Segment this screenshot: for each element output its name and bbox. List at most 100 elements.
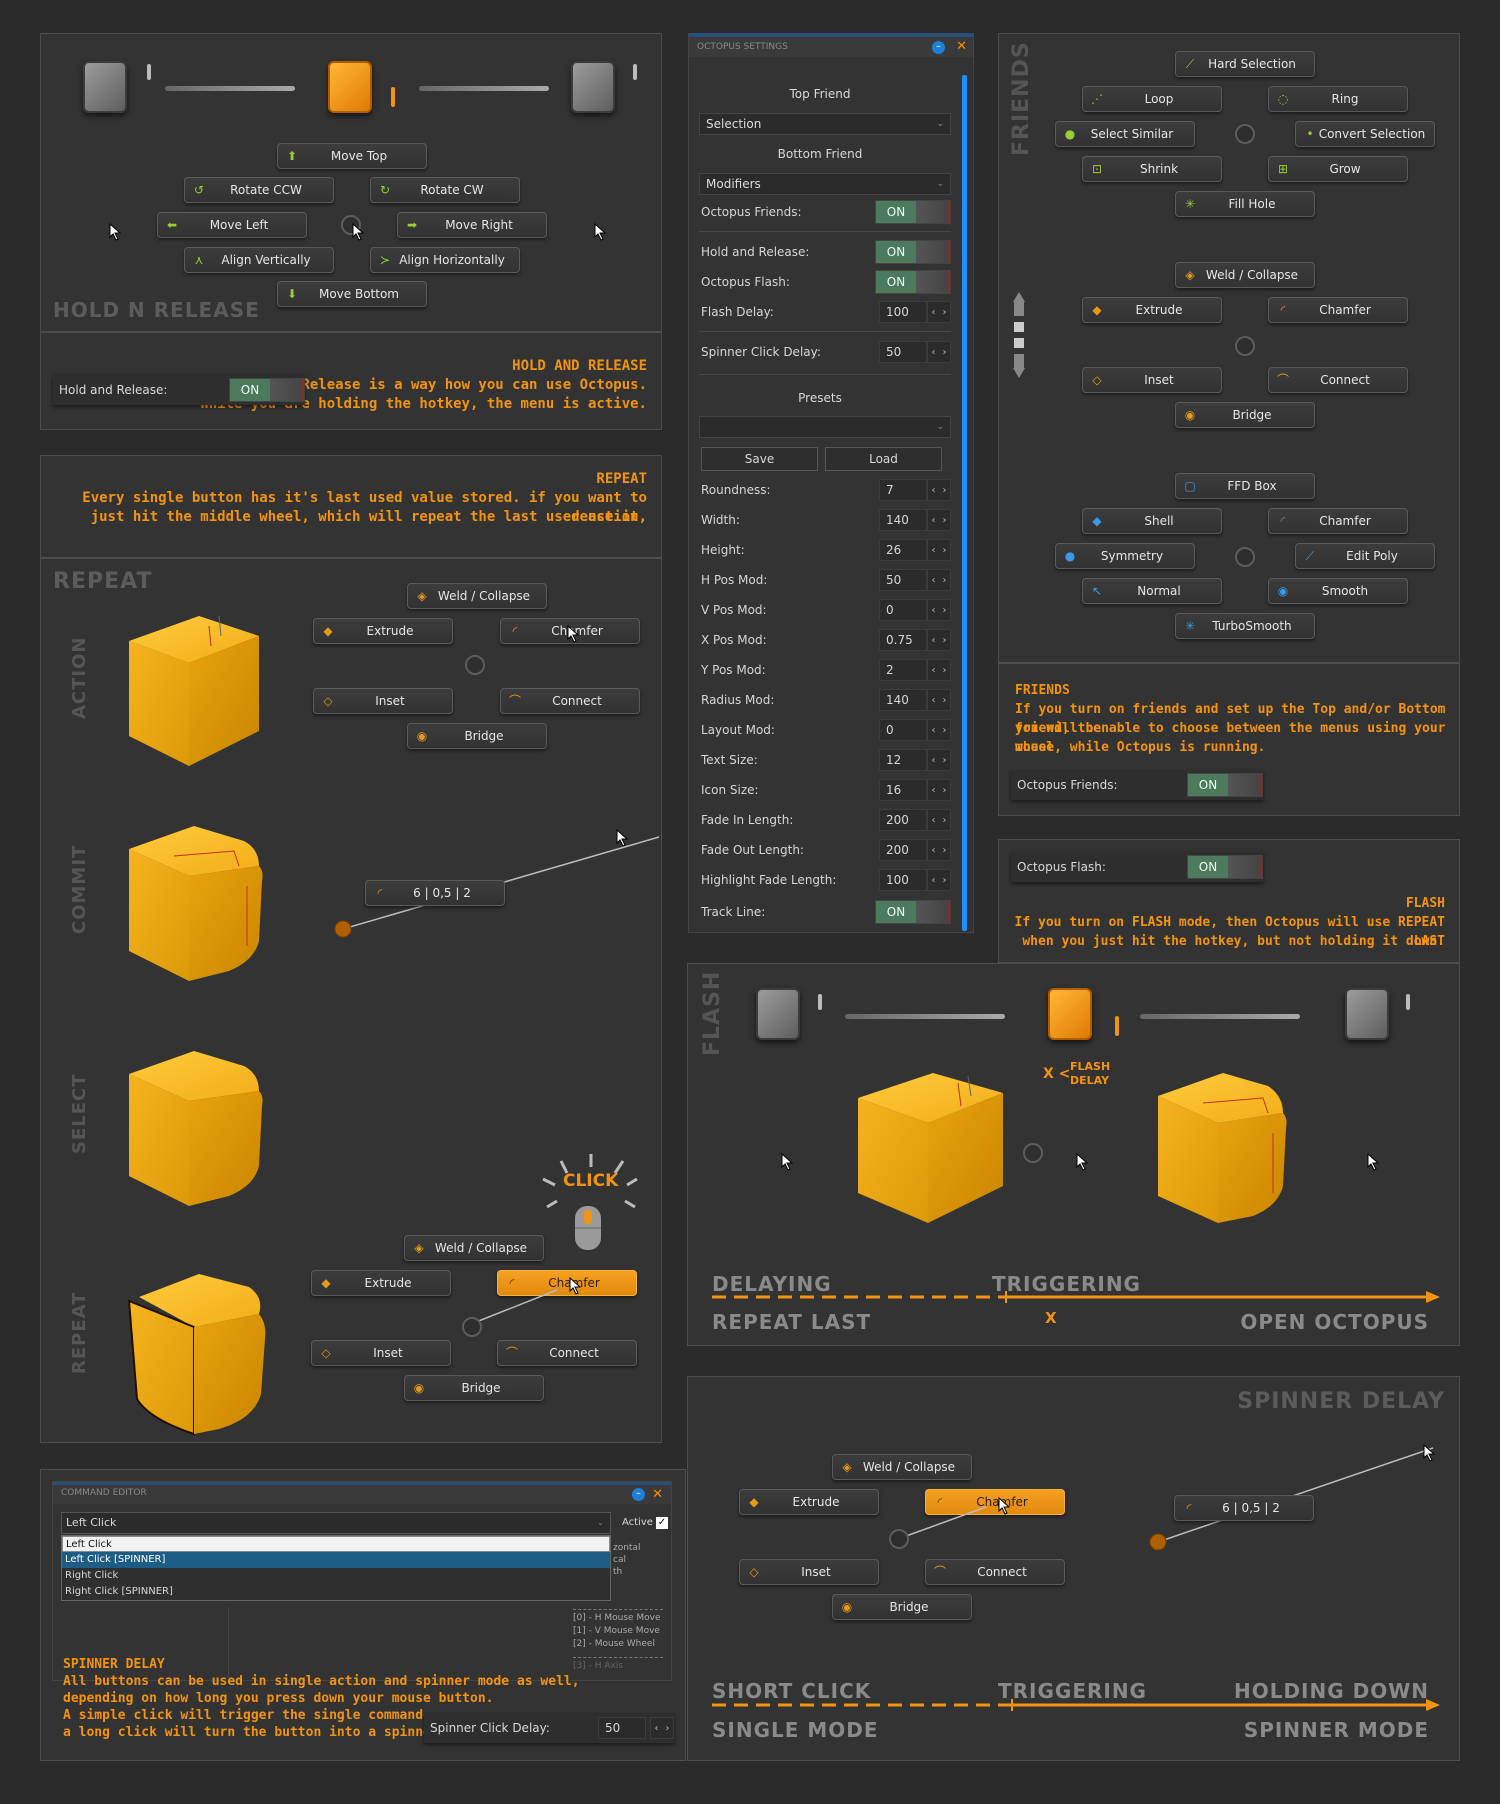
loop-button[interactable]: ⋰ Loop (1082, 86, 1222, 112)
rotate-cw-button[interactable]: ↻ Rotate CW (370, 177, 520, 203)
track-line-toggle[interactable]: ON (875, 900, 951, 924)
setting-value-input[interactable]: 0 (879, 719, 927, 741)
option-left-click[interactable]: Left Click (62, 1536, 610, 1552)
connect-button[interactable]: ⌒ Connect (1268, 367, 1408, 393)
load-button[interactable]: Load (825, 447, 942, 471)
spinner-delay-input[interactable]: 50 (598, 1717, 646, 1739)
bridge-button[interactable]: ◉ Bridge (404, 1375, 544, 1401)
inset-button[interactable]: ◇ Inset (739, 1559, 879, 1585)
octopus-flash-toggle[interactable]: ON (875, 270, 951, 294)
spinner-arrows[interactable]: ‹ › (927, 719, 951, 741)
align-horizontally-button[interactable]: ≻ Align Horizontally (370, 247, 520, 273)
spinner-value-button[interactable]: ◜ 6 | 0,5 | 2 (1174, 1495, 1314, 1521)
setting-value-input[interactable]: 200 (879, 809, 927, 831)
normal-button[interactable]: ↖ Normal (1082, 578, 1222, 604)
flash-delay-input[interactable]: 100 (879, 301, 927, 323)
chamfer-button[interactable]: ◜ Chamfer (1268, 297, 1408, 323)
setting-value-input[interactable]: 12 (879, 749, 927, 771)
weld-collapse-button[interactable]: ◈ Weld / Collapse (832, 1454, 972, 1480)
bottom-friend-dropdown[interactable]: Modifiers ⌄ (699, 173, 951, 195)
bridge-button[interactable]: ◉ Bridge (1175, 402, 1315, 428)
spinner-arrows[interactable]: ‹ › (927, 839, 951, 861)
grow-button[interactable]: ⊞ Grow (1268, 156, 1408, 182)
shell-button[interactable]: ◆ Shell (1082, 508, 1222, 534)
spinner-arrows[interactable]: ‹ › (927, 509, 951, 531)
bridge-button[interactable]: ◉ Bridge (407, 723, 547, 749)
fill-hole-button[interactable]: ✳ Fill Hole (1175, 191, 1315, 217)
rotate-ccw-button[interactable]: ↺ Rotate CCW (184, 177, 334, 203)
inset-button[interactable]: ◇ Inset (313, 688, 453, 714)
close-button[interactable]: ✕ (652, 1487, 663, 1502)
close-button[interactable]: ✕ (956, 39, 967, 54)
spinner-arrows[interactable]: ‹ › (927, 301, 951, 323)
spinner-arrows[interactable]: ‹ › (927, 539, 951, 561)
extrude-button[interactable]: ◆ Extrude (739, 1489, 879, 1515)
octopus-friends-toggle[interactable]: ON (1187, 773, 1263, 797)
shrink-button[interactable]: ⊡ Shrink (1082, 156, 1222, 182)
setting-value-input[interactable]: 50 (879, 569, 927, 591)
spinner-arrows[interactable]: ‹ › (927, 869, 951, 891)
spinner-delay-input[interactable]: 50 (879, 341, 927, 363)
spinner-arrows[interactable]: ‹ › (927, 689, 951, 711)
weld-collapse-button[interactable]: ◈ Weld / Collapse (1175, 262, 1315, 288)
weld-collapse-button[interactable]: ◈ Weld / Collapse (407, 583, 547, 609)
minimize-button[interactable]: – (632, 1488, 645, 1501)
spinner-value-button[interactable]: ◜ 6 | 0,5 | 2 (365, 880, 505, 906)
option-right-click-spinner[interactable]: Right Click [SPINNER] (62, 1584, 610, 1600)
minimize-button[interactable]: – (932, 41, 945, 54)
spinner-arrows[interactable]: ‹ › (927, 341, 951, 363)
edit-poly-button[interactable]: ⟋ Edit Poly (1295, 543, 1435, 569)
smooth-button[interactable]: ◉ Smooth (1268, 578, 1408, 604)
spinner-arrows[interactable]: ‹ › (650, 1717, 674, 1739)
setting-value-input[interactable]: 0 (879, 599, 927, 621)
symmetry-button[interactable]: ● Symmetry (1055, 543, 1195, 569)
inset-button[interactable]: ◇ Inset (311, 1340, 451, 1366)
setting-value-input[interactable]: 200 (879, 839, 927, 861)
option-left-click-spinner[interactable]: Left Click [SPINNER] (62, 1552, 610, 1568)
connect-button[interactable]: ⌒ Connect (497, 1340, 637, 1366)
presets-dropdown[interactable]: ⌄ (699, 416, 951, 438)
connect-button[interactable]: ⌒ Connect (500, 688, 640, 714)
move-top-button[interactable]: ⬆ Move Top (277, 143, 427, 169)
top-friend-dropdown[interactable]: Selection ⌄ (699, 113, 951, 135)
octopus-friends-toggle[interactable]: ON (875, 200, 951, 224)
hold-release-toggle[interactable]: ON (229, 378, 305, 402)
setting-value-input[interactable]: 26 (879, 539, 927, 561)
setting-value-input[interactable]: 140 (879, 689, 927, 711)
ring-button[interactable]: ◌ Ring (1268, 86, 1408, 112)
setting-value-input[interactable]: 0.75 (879, 629, 927, 651)
move-left-button[interactable]: ⬅ Move Left (157, 212, 307, 238)
spinner-arrows[interactable]: ‹ › (927, 779, 951, 801)
spinner-arrows[interactable]: ‹ › (927, 749, 951, 771)
active-checkbox[interactable]: ✓ (656, 1517, 668, 1529)
extrude-button[interactable]: ◆ Extrude (1082, 297, 1222, 323)
connect-button[interactable]: ⌒ Connect (925, 1559, 1065, 1585)
hard-selection-button[interactable]: ⟋ Hard Selection (1175, 51, 1315, 77)
spinner-arrows[interactable]: ‹ › (927, 629, 951, 651)
trigger-dropdown[interactable]: Left Click ⌄ (61, 1512, 611, 1534)
setting-value-input[interactable]: 140 (879, 509, 927, 531)
chamfer-modifier-button[interactable]: ◜ Chamfer (1268, 508, 1408, 534)
spinner-arrows[interactable]: ‹ › (927, 809, 951, 831)
hold-release-toggle[interactable]: ON (875, 240, 951, 264)
octopus-flash-toggle[interactable]: ON (1187, 855, 1263, 879)
weld-collapse-button[interactable]: ◈ Weld / Collapse (404, 1235, 544, 1261)
extrude-button[interactable]: ◆ Extrude (313, 618, 453, 644)
spinner-arrows[interactable]: ‹ › (927, 479, 951, 501)
bridge-button[interactable]: ◉ Bridge (832, 1594, 972, 1620)
convert-selection-button[interactable]: • Convert Selection (1295, 121, 1435, 147)
scrollbar[interactable] (962, 75, 967, 931)
extrude-button[interactable]: ◆ Extrude (311, 1270, 451, 1296)
select-similar-button[interactable]: ● Select Similar (1055, 121, 1195, 147)
ffd-box-button[interactable]: ▢ FFD Box (1175, 473, 1315, 499)
move-bottom-button[interactable]: ⬇ Move Bottom (277, 281, 427, 307)
setting-value-input[interactable]: 16 (879, 779, 927, 801)
spinner-arrows[interactable]: ‹ › (927, 569, 951, 591)
inset-button[interactable]: ◇ Inset (1082, 367, 1222, 393)
setting-value-input[interactable]: 100 (879, 869, 927, 891)
spinner-arrows[interactable]: ‹ › (927, 599, 951, 621)
spinner-arrows[interactable]: ‹ › (927, 659, 951, 681)
move-right-button[interactable]: ➡ Move Right (397, 212, 547, 238)
align-vertically-button[interactable]: ⋏ Align Vertically (184, 247, 334, 273)
option-right-click[interactable]: Right Click (62, 1568, 610, 1584)
